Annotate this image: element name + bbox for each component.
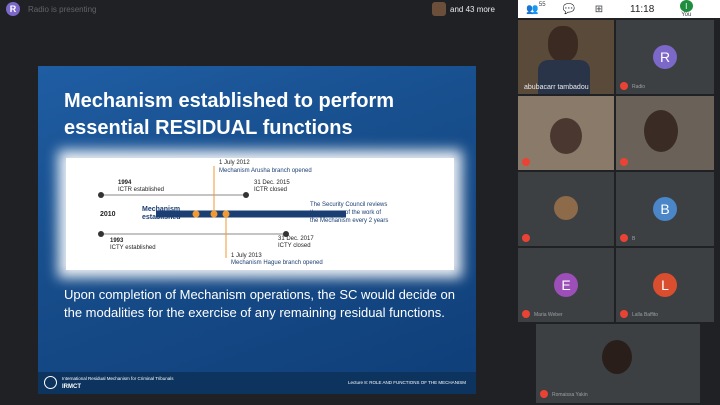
participant-tile[interactable]: B B xyxy=(616,172,714,246)
participant-grid: abubacarr tambadou R Radio B B E Maria W… xyxy=(516,18,720,405)
participant-name: Lalla Baffito xyxy=(632,312,659,318)
sc-review-line1: The Security Council reviews xyxy=(310,202,388,208)
activities-button[interactable]: ⊞ xyxy=(584,0,614,18)
participant-photo xyxy=(548,26,578,62)
icty-year: 1993 xyxy=(110,238,124,244)
participant-tile[interactable] xyxy=(616,96,714,170)
participant-tile[interactable]: L Lalla Baffito xyxy=(616,248,714,322)
participant-avatar: R xyxy=(653,45,677,69)
presentation-stage: Mechanism established to perform essenti… xyxy=(0,18,516,405)
ictr-year: 1994 xyxy=(118,180,132,186)
participant-tile[interactable]: abubacarr tambadou xyxy=(518,20,614,94)
participant-tile[interactable] xyxy=(518,96,614,170)
july2013-date: 1 July 2013 xyxy=(231,253,262,259)
participant-photo xyxy=(550,118,582,154)
sc-review-line3: the Mechanism every 2 years xyxy=(310,218,389,224)
people-button[interactable]: 👥 55 xyxy=(518,0,554,18)
july2012-date: 1 July 2012 xyxy=(219,160,250,166)
mechanism-label: Mechanism xyxy=(142,206,181,213)
participant-name: B xyxy=(632,236,636,242)
activities-icon: ⊞ xyxy=(594,3,604,15)
meeting-toolbar: 👥 55 💬 ⊞ 11:18 I You xyxy=(518,0,720,18)
un-logo-icon xyxy=(44,376,57,389)
people-count: 55 xyxy=(538,2,546,8)
participant-name: Maria Weber xyxy=(534,312,563,318)
dec2017-date: 31 Dec. 2017 xyxy=(278,236,314,242)
icty-closed: ICTY closed xyxy=(278,243,311,249)
mic-off-icon xyxy=(540,390,548,398)
participant-tile[interactable]: R Radio xyxy=(616,20,714,94)
footer-lecture: Lecture 8: ROLE AND FUNCTIONS OF THE MEC… xyxy=(348,380,466,385)
slide-footer: International Residual Mechanism for Cri… xyxy=(38,372,476,394)
participant-photo xyxy=(554,196,578,220)
mic-off-icon xyxy=(620,310,628,318)
participant-photo xyxy=(602,340,632,374)
participant-tile[interactable]: Romaissa Yakin xyxy=(536,324,700,403)
mic-off-icon xyxy=(522,158,530,166)
presentation-slide: Mechanism established to perform essenti… xyxy=(38,66,476,394)
presenter-info[interactable]: R Radio is presenting xyxy=(6,2,96,16)
presenting-text: Radio is presenting xyxy=(28,4,97,14)
self-avatar: I xyxy=(679,0,693,12)
participant-name: abubacarr tambadou xyxy=(524,84,589,91)
more-participants[interactable]: and 43 more xyxy=(432,2,495,16)
chat-icon: 💬 xyxy=(562,3,576,15)
mic-off-icon xyxy=(620,82,628,90)
participant-photo xyxy=(644,110,678,152)
slide-title: Mechanism established to perform essenti… xyxy=(64,88,464,142)
slide-title-line2: essential RESIDUAL functions xyxy=(64,117,353,139)
y2010: 2010 xyxy=(100,211,116,218)
participant-tile[interactable] xyxy=(518,172,614,246)
mic-off-icon xyxy=(620,234,628,242)
people-icon: 👥 xyxy=(526,3,539,15)
mechanism-start-dot xyxy=(192,210,200,218)
footer-org: International Residual Mechanism for Cri… xyxy=(62,376,174,381)
participant-avatar: E xyxy=(554,273,578,297)
mic-off-icon xyxy=(522,310,530,318)
ictr-start-dot xyxy=(98,192,104,198)
july2012-text: Mechanism Arusha branch opened xyxy=(219,168,312,174)
clock: 11:18 xyxy=(630,3,655,15)
july2013-text: Mechanism Hague branch opened xyxy=(231,260,323,266)
dec2015-date: 31 Dec. 2015 xyxy=(254,180,290,186)
sc-review-line2: the progress of the work of xyxy=(310,210,382,216)
timeline-diagram: 1 July 2012 Mechanism Arusha branch open… xyxy=(66,158,454,270)
participant-name: Romaissa Yakin xyxy=(552,392,588,398)
icty-established: ICTY established xyxy=(110,245,156,251)
ictr-end-dot xyxy=(243,192,249,198)
self-view-button[interactable]: I You xyxy=(666,0,706,18)
established-label: established xyxy=(142,214,181,221)
participant-avatar: B xyxy=(653,197,677,221)
footer-abbr: IRMCT xyxy=(62,384,81,390)
participant-tile[interactable]: E Maria Weber xyxy=(518,248,614,322)
presenter-avatar: R xyxy=(6,2,20,16)
participant-avatar: L xyxy=(653,273,677,297)
slide-body: Upon completion of Mechanism operations,… xyxy=(64,287,455,320)
chat-button[interactable]: 💬 xyxy=(554,0,584,18)
mic-off-icon xyxy=(522,234,530,242)
participant-thumbnail xyxy=(432,2,446,16)
mic-off-icon xyxy=(620,158,628,166)
ictr-closed: ICTR closed xyxy=(254,187,288,193)
participant-name: Radio xyxy=(632,84,646,90)
ictr-established: ICTR established xyxy=(118,187,165,193)
more-participants-label: and 43 more xyxy=(450,4,495,14)
icty-start-dot xyxy=(98,231,104,237)
slide-title-line1: Mechanism established to perform xyxy=(64,90,395,112)
